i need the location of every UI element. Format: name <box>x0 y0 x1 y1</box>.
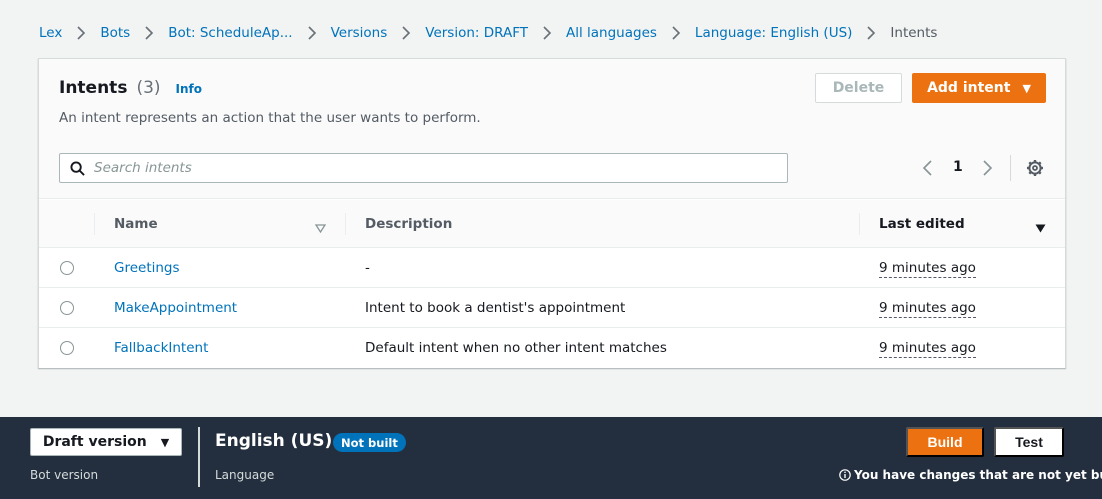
divider <box>1010 155 1011 181</box>
last-edited: 9 minutes ago <box>879 340 976 358</box>
last-edited: 9 minutes ago <box>879 300 976 318</box>
caret-down-icon: ▼ <box>1022 81 1031 95</box>
search-input[interactable] <box>94 160 774 176</box>
next-page-icon[interactable] <box>980 157 994 179</box>
status-badge: Not built <box>333 433 406 452</box>
breadcrumb-bots[interactable]: Bots <box>100 25 130 41</box>
page-title: Intents (3) Info <box>59 78 202 98</box>
row-radio[interactable] <box>60 261 74 275</box>
chevron-right-icon <box>142 26 156 40</box>
version-select-value: Draft version <box>42 434 147 450</box>
breadcrumb-versions[interactable]: Versions <box>331 25 388 41</box>
info-link[interactable]: Info <box>176 82 202 96</box>
notice-text: You have changes that are not yet built. <box>854 468 1102 482</box>
current-page[interactable]: 1 <box>953 159 963 175</box>
version-select[interactable]: Draft version ▼ <box>30 428 182 456</box>
title-text: Intents <box>59 78 128 98</box>
breadcrumb-current: Intents <box>890 25 938 41</box>
chevron-right-icon <box>540 26 554 40</box>
intent-name-link[interactable]: FallbackIntent <box>114 340 208 356</box>
chevron-right-icon <box>864 26 878 40</box>
column-divider <box>94 213 95 235</box>
intent-description: Default intent when no other intent matc… <box>365 340 667 356</box>
row-radio[interactable] <box>60 301 74 315</box>
test-button[interactable]: Test <box>994 427 1064 457</box>
breadcrumb-all-languages[interactable]: All languages <box>566 25 657 41</box>
breadcrumb-version[interactable]: Version: DRAFT <box>425 25 528 41</box>
table-row[interactable]: MakeAppointment Intent to book a dentist… <box>39 288 1065 328</box>
table-row[interactable]: Greetings - 9 minutes ago <box>39 248 1065 288</box>
intent-count: (3) <box>136 78 161 98</box>
column-divider <box>345 213 346 235</box>
row-radio[interactable] <box>60 341 74 355</box>
breadcrumb-lex[interactable]: Lex <box>39 25 62 41</box>
prev-page-icon[interactable] <box>921 157 935 179</box>
intent-description: Intent to book a dentist's appointment <box>365 300 626 316</box>
bot-version-label: Bot version <box>30 468 99 482</box>
breadcrumb-bot[interactable]: Bot: ScheduleAp... <box>168 25 292 41</box>
search-icon <box>70 160 85 176</box>
panel-header: Intents (3) Info An intent represents an… <box>39 59 1065 199</box>
last-edited: 9 minutes ago <box>879 260 976 278</box>
table-header: Name Description Last edited <box>39 200 1065 248</box>
search-box <box>59 153 788 183</box>
intent-description: - <box>365 260 370 276</box>
sort-desc-icon[interactable] <box>1035 218 1046 237</box>
build-button[interactable]: Build <box>906 427 984 457</box>
intent-name-link[interactable]: Greetings <box>114 260 180 276</box>
column-description[interactable]: Description <box>365 216 452 232</box>
chevron-right-icon <box>669 26 683 40</box>
build-notice: You have changes that are not yet built. <box>839 468 1102 482</box>
sort-icon[interactable] <box>314 218 327 237</box>
build-footer: Draft version ▼ Bot version English (US)… <box>0 417 1102 499</box>
page-description: An intent represents an action that the … <box>59 110 481 126</box>
delete-button[interactable]: Delete <box>815 73 902 103</box>
intent-name-link[interactable]: MakeAppointment <box>114 300 237 316</box>
table-row[interactable]: FallbackIntent Default intent when no ot… <box>39 328 1065 368</box>
breadcrumb: Lex Bots Bot: ScheduleAp... Versions Ver… <box>39 24 937 42</box>
language-name: English (US) <box>215 431 333 451</box>
breadcrumb-language[interactable]: Language: English (US) <box>695 25 853 41</box>
chevron-right-icon <box>74 26 88 40</box>
column-last-edited[interactable]: Last edited <box>879 216 965 232</box>
language-label: Language <box>215 468 275 482</box>
chevron-right-icon <box>399 26 413 40</box>
column-name[interactable]: Name <box>114 216 158 232</box>
column-divider <box>859 213 860 235</box>
intents-panel: Intents (3) Info An intent represents an… <box>38 58 1066 368</box>
gear-icon[interactable] <box>1026 159 1044 181</box>
divider <box>198 427 200 487</box>
add-intent-label: Add intent <box>927 80 1011 96</box>
chevron-right-icon <box>305 26 319 40</box>
caret-down-icon: ▼ <box>160 435 170 449</box>
add-intent-button[interactable]: Add intent ▼ <box>912 73 1046 103</box>
info-icon <box>839 469 851 481</box>
